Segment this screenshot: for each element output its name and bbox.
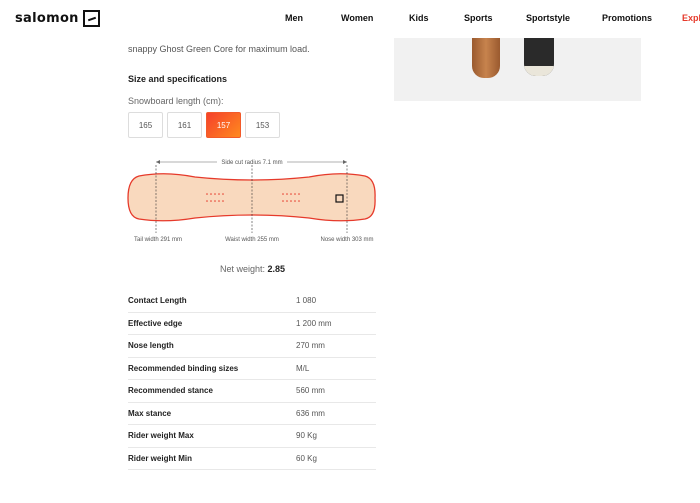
logo-mark-icon (82, 10, 100, 27)
table-row: Max stance 636 mm (128, 403, 376, 425)
spec-label: Recommended binding sizes (128, 363, 239, 373)
spec-label: Contact Length (128, 296, 187, 306)
nav-item-promotions[interactable]: Promotions (602, 13, 652, 23)
size-selector: 165 161 157 153 (128, 112, 280, 138)
spec-label: Rider weight Min (128, 453, 192, 463)
net-weight-label: Net weight: (220, 264, 266, 274)
spec-label: Recommended stance (128, 386, 213, 396)
spec-value: 90 Kg (296, 431, 317, 441)
nav-item-sportstyle[interactable]: Sportstyle (526, 13, 570, 23)
salomon-logo[interactable]: salomon (15, 10, 100, 27)
spec-value: 270 mm (296, 341, 325, 351)
product-gallery[interactable] (394, 38, 641, 101)
spec-value: 1 080 (296, 296, 317, 306)
size-option-157[interactable]: 157 (206, 112, 241, 138)
nav-item-explore[interactable]: Explo (682, 13, 700, 23)
nav-item-men[interactable]: Men (285, 13, 303, 23)
net-weight-value: 2.85 (267, 264, 286, 274)
arrow-left-icon (156, 160, 160, 164)
nav-item-sports[interactable]: Sports (464, 13, 493, 23)
spec-value: 1 200 mm (296, 318, 332, 328)
spec-value: 636 mm (296, 408, 325, 418)
spec-value: M/L (296, 363, 310, 373)
spec-label: Max stance (128, 408, 172, 418)
table-row: Effective edge 1 200 mm (128, 313, 376, 335)
board-base-image (472, 38, 500, 78)
nav-item-women[interactable]: Women (341, 13, 373, 23)
nav-item-kids[interactable]: Kids (409, 13, 429, 23)
table-row: Recommended binding sizes M/L (128, 358, 376, 380)
net-weight: Net weight: 2.85 (220, 264, 285, 274)
specs-table: Contact Length 1 080 Effective edge 1 20… (128, 290, 376, 470)
table-row: Recommended stance 560 mm (128, 380, 376, 403)
size-option-153[interactable]: 153 (245, 112, 280, 138)
spec-label: Effective edge (128, 318, 183, 328)
product-description: snappy Ghost Green Core for maximum load… (128, 44, 310, 54)
size-option-161[interactable]: 161 (167, 112, 202, 138)
nose-width-label: Nose width 303 mm (320, 237, 373, 243)
table-row: Rider weight Max 90 Kg (128, 425, 376, 448)
arrow-right-icon (343, 160, 347, 164)
spec-label: Rider weight Max (128, 431, 194, 441)
site-header: salomon Men Women Kids Sports Sportstyle… (0, 0, 700, 38)
spec-value: 560 mm (296, 386, 325, 396)
table-row: Contact Length 1 080 (128, 290, 376, 313)
snowboard-length-label: Snowboard length (cm): (128, 96, 224, 106)
board-outline (127, 173, 376, 222)
size-specs-title: Size and specifications (128, 74, 228, 84)
size-option-165[interactable]: 165 (128, 112, 163, 138)
board-top-image (524, 38, 554, 76)
table-row: Rider weight Min 60 Kg (128, 448, 376, 470)
waist-width-label: Waist width 255 mm (225, 237, 279, 243)
spec-label: Nose length (128, 341, 174, 351)
board-diagram: Side cut radius 7.1 mm Tail width 291 mm… (127, 157, 376, 243)
table-row: Nose length 270 mm (128, 335, 376, 358)
logo-text: salomon (15, 11, 79, 26)
tail-width-label: Tail width 291 mm (134, 237, 182, 243)
spec-value: 60 Kg (296, 453, 317, 463)
